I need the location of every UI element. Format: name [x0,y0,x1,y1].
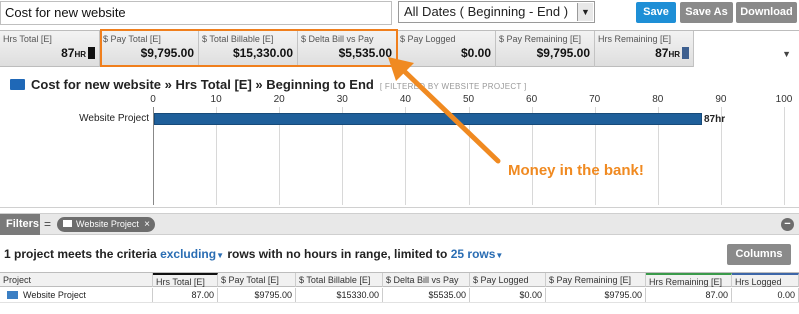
metric-label: $ Pay Remaining [E] [499,34,582,44]
columns-button[interactable]: Columns [727,244,791,265]
filter-pill-website-project[interactable]: Website Project × [57,217,155,232]
equals-sign: = [44,217,52,231]
x-tick-label: 30 [336,94,348,105]
column-header-total-billable[interactable]: $ Total Billable [E] [296,273,383,287]
metric-hrs-remaining[interactable]: Hrs Remaining [E] 87HR [595,31,694,67]
column-header-pay-total[interactable]: $ Pay Total [E] [218,273,296,287]
bar-value-label: 87hr [703,114,726,125]
x-tick-label: 0 [150,94,156,105]
table-row[interactable]: Website Project 87.00 $9795.00 $15330.00… [0,288,799,303]
table-cell: $15330.00 [296,288,383,302]
color-swatch [682,47,689,59]
caret-down-icon: ▼ [216,251,225,260]
column-header-hrs-total[interactable]: Hrs Total [E] [153,273,218,287]
summary-prefix: 1 project meets the criteria [4,247,157,261]
divider [0,207,799,208]
project-name: Website Project [23,290,86,300]
grid-line [784,107,785,205]
annotation-arrow [388,57,501,164]
download-button[interactable]: Download [736,2,797,23]
table-cell: 87.00 [646,288,732,302]
x-tick-label: 90 [715,94,727,105]
data-table: Project Hrs Total [E] $ Pay Total [E] $ … [0,272,799,314]
chart-title-text: Cost for new website » Hrs Total [E] » B… [31,77,374,92]
metric-unit: HR [668,50,680,59]
x-tick-label: 20 [273,94,285,105]
table-header: Project Hrs Total [E] $ Pay Total [E] $ … [0,272,799,287]
toolbar: Cost for new website All Dates ( Beginni… [0,0,799,28]
x-tick-label: 60 [526,94,538,105]
column-header-pay-logged[interactable]: $ Pay Logged [470,273,546,287]
metric-pay-remaining[interactable]: $ Pay Remaining [E] $9,795.00 [496,31,595,67]
summary-middle: rows with no hours in range, limited to [227,247,448,261]
close-icon[interactable]: × [144,217,150,232]
excluding-label: excluding [160,247,217,261]
row-limit-toggle[interactable]: 25 rows▼ [451,247,504,261]
x-tick-label: 10 [210,94,222,105]
dropdown-arrow-icon[interactable]: ▼ [577,3,593,21]
metric-hrs-total[interactable]: Hrs Total [E] 87HR [0,31,100,67]
column-header-project[interactable]: Project [0,273,153,287]
y-category-label: Website Project [79,113,149,124]
column-header-hrs-logged[interactable]: Hrs Logged [732,273,799,287]
table-cell: $0.00 [470,288,546,302]
metric-unit: HR [74,50,86,59]
metric-number: 87 [61,46,75,60]
collapse-minus-icon[interactable]: − [781,218,794,231]
filters-label: Filters [0,214,40,235]
color-swatch [88,47,95,59]
x-tick-label: 70 [589,94,601,105]
date-range-value: All Dates ( Beginning - End ) [404,4,569,19]
annotation-highlight-box [100,29,398,67]
column-header-pay-remaining[interactable]: $ Pay Remaining [E] [546,273,646,287]
save-button[interactable]: Save [636,2,676,23]
project-cell[interactable]: Website Project [0,288,153,302]
x-tick-label: 80 [652,94,664,105]
table-cell: $9795.00 [546,288,646,302]
save-as-button[interactable]: Save As [680,2,733,23]
metric-label: Hrs Total [E] [3,34,52,44]
folder-icon [63,220,72,227]
table-cell: $9795.00 [218,288,296,302]
chevron-down-icon[interactable]: ▼ [782,49,791,59]
filters-bar: Filters = Website Project × − [0,213,799,235]
table-cell: 0.00 [732,288,799,302]
caret-down-icon: ▼ [495,251,504,260]
date-range-select[interactable]: All Dates ( Beginning - End ) ▼ [398,1,595,23]
x-tick-label: 100 [775,94,793,105]
metrics-overflow: ▼ [694,31,799,67]
report-name-input[interactable]: Cost for new website [0,1,392,25]
metric-value: 87HR [655,46,689,60]
metric-number: 87 [655,46,669,60]
table-cell: $5535.00 [383,288,470,302]
table-cell: 87.00 [153,288,218,302]
results-summary: 1 project meets the criteria excluding▼ … [4,247,503,261]
metric-value: 87HR [61,46,95,60]
annotation-text: Money in the bank! [508,162,644,179]
filter-pill-label: Website Project [76,219,139,229]
folder-icon [10,79,25,90]
metric-value: $9,795.00 [536,46,590,60]
folder-icon [7,291,18,299]
column-header-hrs-remaining[interactable]: Hrs Remaining [E] [646,273,732,287]
row-limit-label: 25 rows [450,247,496,261]
column-header-delta-bill-vs-pay[interactable]: $ Delta Bill vs Pay [383,273,470,287]
metric-label: Hrs Remaining [E] [598,34,672,44]
excluding-toggle[interactable]: excluding▼ [160,247,224,261]
metric-label: $ Pay Logged [400,34,456,44]
